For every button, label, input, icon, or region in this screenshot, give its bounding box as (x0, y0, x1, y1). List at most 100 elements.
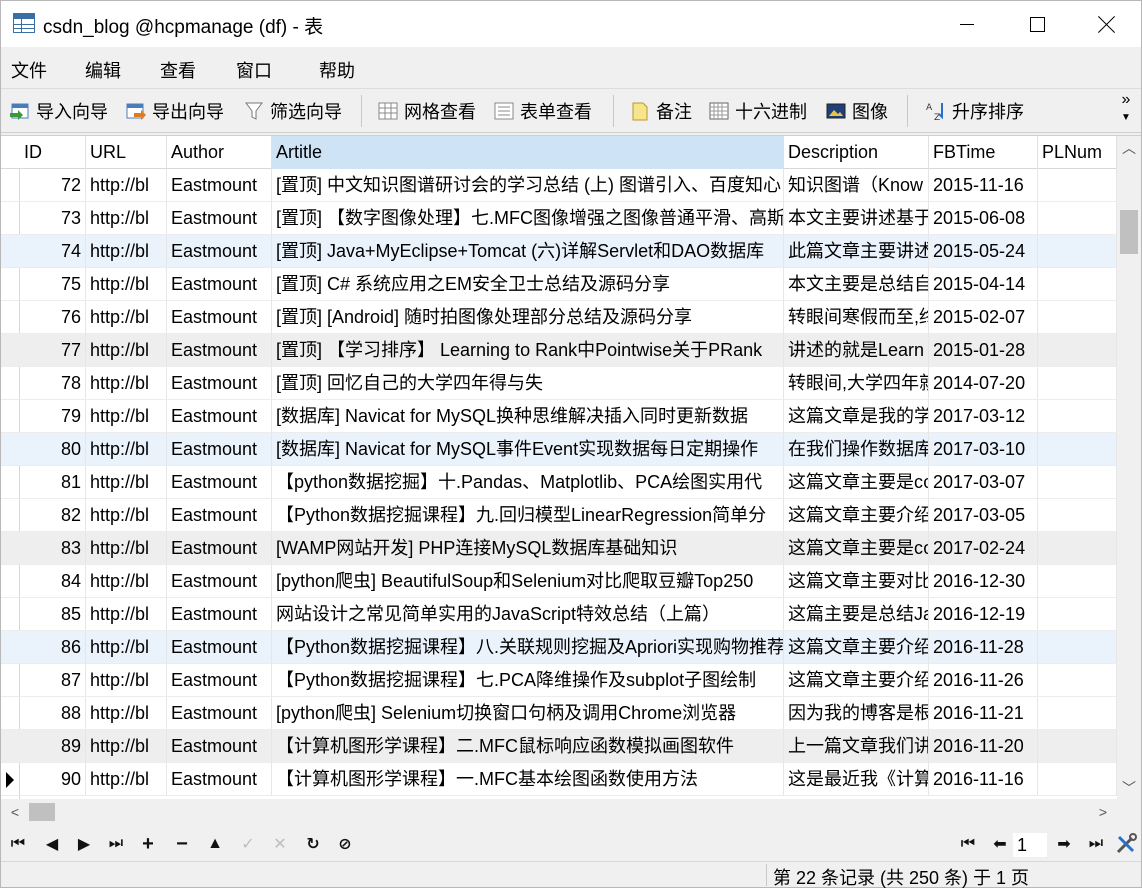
cell-fbtime[interactable]: 2014-07-20 (929, 367, 1038, 399)
table-row[interactable]: 80 http://bl Eastmount [数据库] Navicat for My… (1, 433, 1117, 466)
edit-record-icon[interactable]: ▲ (204, 833, 226, 855)
cell-plnum[interactable] (1038, 532, 1117, 564)
table-row[interactable]: 73 http://bl Eastmount [置顶] 【数字图像处理】七.MFC图像… (1, 202, 1117, 235)
cell-plnum[interactable] (1038, 202, 1117, 234)
cell-plnum[interactable] (1038, 631, 1117, 663)
apply-changes-icon[interactable]: ✓ (237, 833, 259, 855)
image-button[interactable]: 图像 (825, 97, 888, 125)
toolbar-overflow-button[interactable]: » ▼ (1117, 91, 1135, 127)
cell-url[interactable]: http://bl (86, 169, 167, 201)
menu-file[interactable]: 文件 (11, 57, 47, 83)
cell-url[interactable]: http://bl (86, 730, 167, 762)
table-row[interactable]: 88 http://bl Eastmount [python爬虫] Selenium切… (1, 697, 1117, 730)
cell-author[interactable]: Eastmount (167, 169, 272, 201)
cell-id[interactable]: 84 (20, 565, 86, 597)
cell-fbtime[interactable]: 2017-03-07 (929, 466, 1038, 498)
cell-author[interactable]: Eastmount (167, 301, 272, 333)
cell-description[interactable]: 转眼间,大学四年就 (784, 367, 929, 399)
cell-plnum[interactable] (1038, 367, 1117, 399)
cell-description[interactable]: 讲述的就是Learn (784, 334, 929, 366)
cell-author[interactable]: Eastmount (167, 532, 272, 564)
cell-author[interactable]: Eastmount (167, 367, 272, 399)
delete-record-icon[interactable]: − (171, 833, 193, 855)
cell-id[interactable]: 85 (20, 598, 86, 630)
cell-url[interactable]: http://bl (86, 367, 167, 399)
cell-artitle[interactable]: [python爬虫] Selenium切换窗口句柄及调用Chrome浏览器 (272, 697, 784, 729)
cell-plnum[interactable] (1038, 664, 1117, 696)
cell-artitle[interactable]: [置顶] 【数字图像处理】七.MFC图像增强之图像普通平滑、高斯 (272, 202, 784, 234)
cell-id[interactable]: 74 (20, 235, 86, 267)
cell-plnum[interactable] (1038, 598, 1117, 630)
scroll-up-icon[interactable]: ︿ (1117, 136, 1141, 160)
stop-icon[interactable]: ⊘ (334, 833, 356, 855)
cell-author[interactable]: Eastmount (167, 499, 272, 531)
table-row[interactable]: 82 http://bl Eastmount 【Python数据挖掘课程】九.回归模型… (1, 499, 1117, 532)
cell-author[interactable]: Eastmount (167, 334, 272, 366)
cell-fbtime[interactable]: 2015-06-08 (929, 202, 1038, 234)
cell-id[interactable]: 83 (20, 532, 86, 564)
cell-fbtime[interactable]: 2016-12-30 (929, 565, 1038, 597)
cell-author[interactable]: Eastmount (167, 664, 272, 696)
scroll-right-icon[interactable]: > (1091, 799, 1115, 825)
cell-plnum[interactable] (1038, 730, 1117, 762)
cell-description[interactable]: 此篇文章主要讲述 (784, 235, 929, 267)
cell-plnum[interactable] (1038, 697, 1117, 729)
cell-author[interactable]: Eastmount (167, 730, 272, 762)
cell-description[interactable]: 这篇文章主要介绍 (784, 631, 929, 663)
discard-changes-icon[interactable]: ✕ (269, 833, 291, 855)
vertical-scroll-thumb[interactable] (1120, 210, 1138, 254)
table-row[interactable]: 75 http://bl Eastmount [置顶] C# 系统应用之EM安全卫士总… (1, 268, 1117, 301)
cell-description[interactable]: 因为我的博客是根 (784, 697, 929, 729)
cell-fbtime[interactable]: 2016-11-20 (929, 730, 1038, 762)
column-header-artitle[interactable]: Artitle (272, 136, 784, 169)
cell-url[interactable]: http://bl (86, 499, 167, 531)
cell-fbtime[interactable]: 2016-11-26 (929, 664, 1038, 696)
close-button[interactable] (1072, 1, 1142, 47)
cell-artitle[interactable]: [数据库] Navicat for MySQL换种思维解决插入同时更新数据 (272, 400, 784, 432)
grid-view-button[interactable]: 网格查看 (377, 97, 476, 125)
scroll-left-icon[interactable]: < (3, 799, 27, 825)
first-page-icon[interactable]: ⏮ (957, 833, 979, 855)
previous-page-icon[interactable]: ⬅ (989, 833, 1011, 855)
cell-artitle[interactable]: [python爬虫] BeautifulSoup和Selenium对比爬取豆瓣T… (272, 565, 784, 597)
cell-id[interactable]: 80 (20, 433, 86, 465)
minimize-button[interactable] (932, 1, 1002, 47)
cell-artitle[interactable]: 【计算机图形学课程】一.MFC基本绘图函数使用方法 (272, 763, 784, 795)
cell-fbtime[interactable]: 2015-01-28 (929, 334, 1038, 366)
cell-fbtime[interactable]: 2016-11-21 (929, 697, 1038, 729)
cell-id[interactable]: 72 (20, 169, 86, 201)
previous-record-icon[interactable]: ◀ (41, 833, 63, 855)
cell-artitle[interactable]: [置顶] 【学习排序】 Learning to Rank中Pointwise关于… (272, 334, 784, 366)
column-header-url[interactable]: URL (86, 136, 167, 169)
cell-artitle[interactable]: [置顶] C# 系统应用之EM安全卫士总结及源码分享 (272, 268, 784, 300)
last-page-icon[interactable]: ⏭ (1085, 833, 1107, 855)
cell-id[interactable]: 81 (20, 466, 86, 498)
cell-url[interactable]: http://bl (86, 400, 167, 432)
cell-id[interactable]: 76 (20, 301, 86, 333)
export-wizard-button[interactable]: 导出向导 (125, 97, 224, 125)
cell-id[interactable]: 88 (20, 697, 86, 729)
cell-artitle[interactable]: [WAMP网站开发] PHP连接MySQL数据库基础知识 (272, 532, 784, 564)
cell-author[interactable]: Eastmount (167, 697, 272, 729)
cell-fbtime[interactable]: 2016-11-28 (929, 631, 1038, 663)
cell-id[interactable]: 87 (20, 664, 86, 696)
cell-plnum[interactable] (1038, 169, 1117, 201)
cell-description[interactable]: 本文主要讲述基于 (784, 202, 929, 234)
horizontal-scroll-thumb[interactable] (29, 803, 55, 821)
cell-plnum[interactable] (1038, 763, 1117, 795)
column-header-id[interactable]: ID (20, 136, 86, 169)
cell-plnum[interactable] (1038, 466, 1117, 498)
table-row[interactable]: 89 http://bl Eastmount 【计算机图形学课程】二.MFC鼠标响应函… (1, 730, 1117, 763)
column-header-plnum[interactable]: PLNum (1038, 136, 1117, 169)
next-record-icon[interactable]: ▶ (73, 833, 95, 855)
table-row[interactable]: 90 http://bl Eastmount 【计算机图形学课程】一.MFC基本绘图函… (1, 763, 1117, 796)
scroll-down-icon[interactable]: ﹀ (1117, 776, 1141, 799)
table-row[interactable]: 72 http://bl Eastmount [置顶] 中文知识图谱研讨会的学习总结 … (1, 169, 1117, 202)
menu-window[interactable]: 窗口 (236, 57, 272, 83)
cell-plnum[interactable] (1038, 334, 1117, 366)
cell-fbtime[interactable]: 2016-11-16 (929, 763, 1038, 795)
cell-author[interactable]: Eastmount (167, 268, 272, 300)
table-row[interactable]: 81 http://bl Eastmount 【python数据挖掘】十.Pandas… (1, 466, 1117, 499)
cell-artitle[interactable]: 【计算机图形学课程】二.MFC鼠标响应函数模拟画图软件 (272, 730, 784, 762)
cell-id[interactable]: 77 (20, 334, 86, 366)
